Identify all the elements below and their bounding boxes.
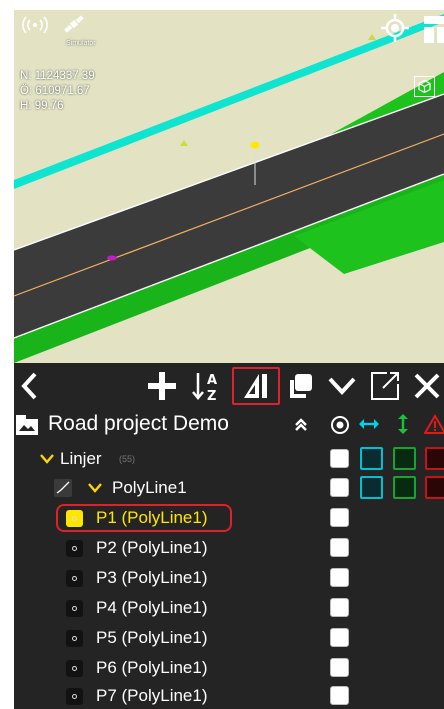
expand-chevron-icon <box>328 377 356 395</box>
visibility-checkbox[interactable] <box>330 508 349 527</box>
point-icon <box>66 688 83 705</box>
group-label: Linjer <box>60 449 102 468</box>
tree-point-row[interactable]: P6 (PolyLine1) <box>14 654 444 682</box>
duplicate-icon <box>290 374 312 398</box>
point-icon <box>66 540 83 557</box>
point-label: P3 (PolyLine1) <box>96 568 208 587</box>
tree-polyline-row[interactable]: PolyLine1 <box>14 474 444 502</box>
coord-height: H: 99.76 <box>20 100 64 112</box>
visibility-checkbox[interactable] <box>330 628 349 647</box>
point-label: P1 (PolyLine1) <box>96 508 208 527</box>
magenta-point-marker[interactable] <box>107 255 117 261</box>
point-icon-selected <box>66 510 83 527</box>
visibility-checkbox[interactable] <box>330 686 349 705</box>
map-scene <box>14 14 444 363</box>
horizontal-arrows-icon[interactable] <box>358 417 380 431</box>
chevron-down-icon[interactable] <box>40 454 54 464</box>
point-icon <box>66 660 83 677</box>
polyline-icon <box>54 479 72 497</box>
visibility-checkbox[interactable] <box>330 538 349 557</box>
point-icon <box>66 630 83 647</box>
add-plus-icon <box>148 372 176 400</box>
visibility-checkbox[interactable] <box>330 658 349 677</box>
double-chevron-up-icon[interactable] <box>294 418 308 432</box>
close-icon <box>414 373 440 399</box>
point-label: P6 (PolyLine1) <box>96 658 208 677</box>
3d-cube-icon[interactable] <box>414 76 435 97</box>
chevron-down-icon[interactable] <box>88 483 102 493</box>
sort-button[interactable]: A Z <box>190 366 224 406</box>
satellite-icon <box>64 15 84 33</box>
layers-icon[interactable] <box>422 14 444 44</box>
project-title: Road project Demo <box>48 412 229 435</box>
visibility-checkbox[interactable] <box>330 478 349 497</box>
small-triangle-marker <box>180 140 188 146</box>
tree-point-row[interactable]: P7 (PolyLine1) <box>14 682 444 709</box>
wifi-signal-icon <box>22 16 48 34</box>
svg-text:Z: Z <box>207 389 216 403</box>
measure-button[interactable] <box>232 367 280 405</box>
close-button[interactable] <box>410 366 444 406</box>
map-view-3d[interactable]: Simulator N: 1124337.39 Ö: 610971.67 H: … <box>14 10 444 363</box>
expand-button[interactable] <box>326 366 358 406</box>
point-label: P5 (PolyLine1) <box>96 628 208 647</box>
open-external-button[interactable] <box>368 366 402 406</box>
point-label: P4 (PolyLine1) <box>96 598 208 617</box>
tree-point-row[interactable]: P2 (PolyLine1) <box>14 534 444 562</box>
add-button[interactable] <box>144 366 180 406</box>
tree-point-row[interactable]: P4 (PolyLine1) <box>14 594 444 622</box>
project-image-icon <box>16 415 38 435</box>
point-icon <box>66 600 83 617</box>
group-count: (55) <box>119 454 136 464</box>
point-label: P7 (PolyLine1) <box>96 686 208 705</box>
locate-target-icon[interactable] <box>380 13 410 43</box>
vertical-color-box[interactable] <box>393 447 416 470</box>
horizontal-color-box[interactable] <box>360 447 383 470</box>
visibility-checkbox[interactable] <box>330 568 349 587</box>
coord-north: N: 1124337.39 <box>20 70 95 82</box>
small-triangle-marker-far <box>368 34 376 40</box>
vertical-arrows-icon[interactable] <box>396 413 410 435</box>
polyline-label: PolyLine1 <box>112 478 187 497</box>
warning-icon[interactable] <box>424 414 444 434</box>
project-header[interactable]: Road project Demo <box>14 409 444 439</box>
svg-text:A: A <box>207 373 217 388</box>
vertical-color-box[interactable] <box>393 476 416 499</box>
sort-az-icon: A Z <box>192 373 217 403</box>
point-icon <box>66 570 83 587</box>
visibility-checkbox[interactable] <box>330 449 349 468</box>
tree-point-row[interactable]: P3 (PolyLine1) <box>14 564 444 592</box>
simulator-label: Simulator <box>66 40 96 47</box>
app-screen: Simulator N: 1124337.39 Ö: 610971.67 H: … <box>14 10 444 709</box>
yellow-point-marker[interactable] <box>250 141 260 149</box>
coord-east: Ö: 610971.67 <box>20 85 90 97</box>
open-external-icon <box>371 372 399 400</box>
point-label: P2 (PolyLine1) <box>96 538 208 557</box>
warning-color-box[interactable] <box>425 476 444 499</box>
measure-angle-icon <box>244 374 267 398</box>
tree-point-row[interactable]: P5 (PolyLine1) <box>14 624 444 652</box>
visibility-eye-icon[interactable] <box>330 415 350 435</box>
visibility-checkbox[interactable] <box>330 598 349 617</box>
back-chevron-icon <box>21 372 37 400</box>
tree-point-row[interactable]: P1 (PolyLine1) <box>14 504 444 532</box>
tree-group-linjer[interactable]: Linjer (55) <box>14 445 444 473</box>
back-button[interactable] <box>18 366 40 406</box>
warning-color-box[interactable] <box>425 447 444 470</box>
duplicate-button[interactable] <box>284 366 316 406</box>
horizontal-color-box[interactable] <box>360 476 383 499</box>
